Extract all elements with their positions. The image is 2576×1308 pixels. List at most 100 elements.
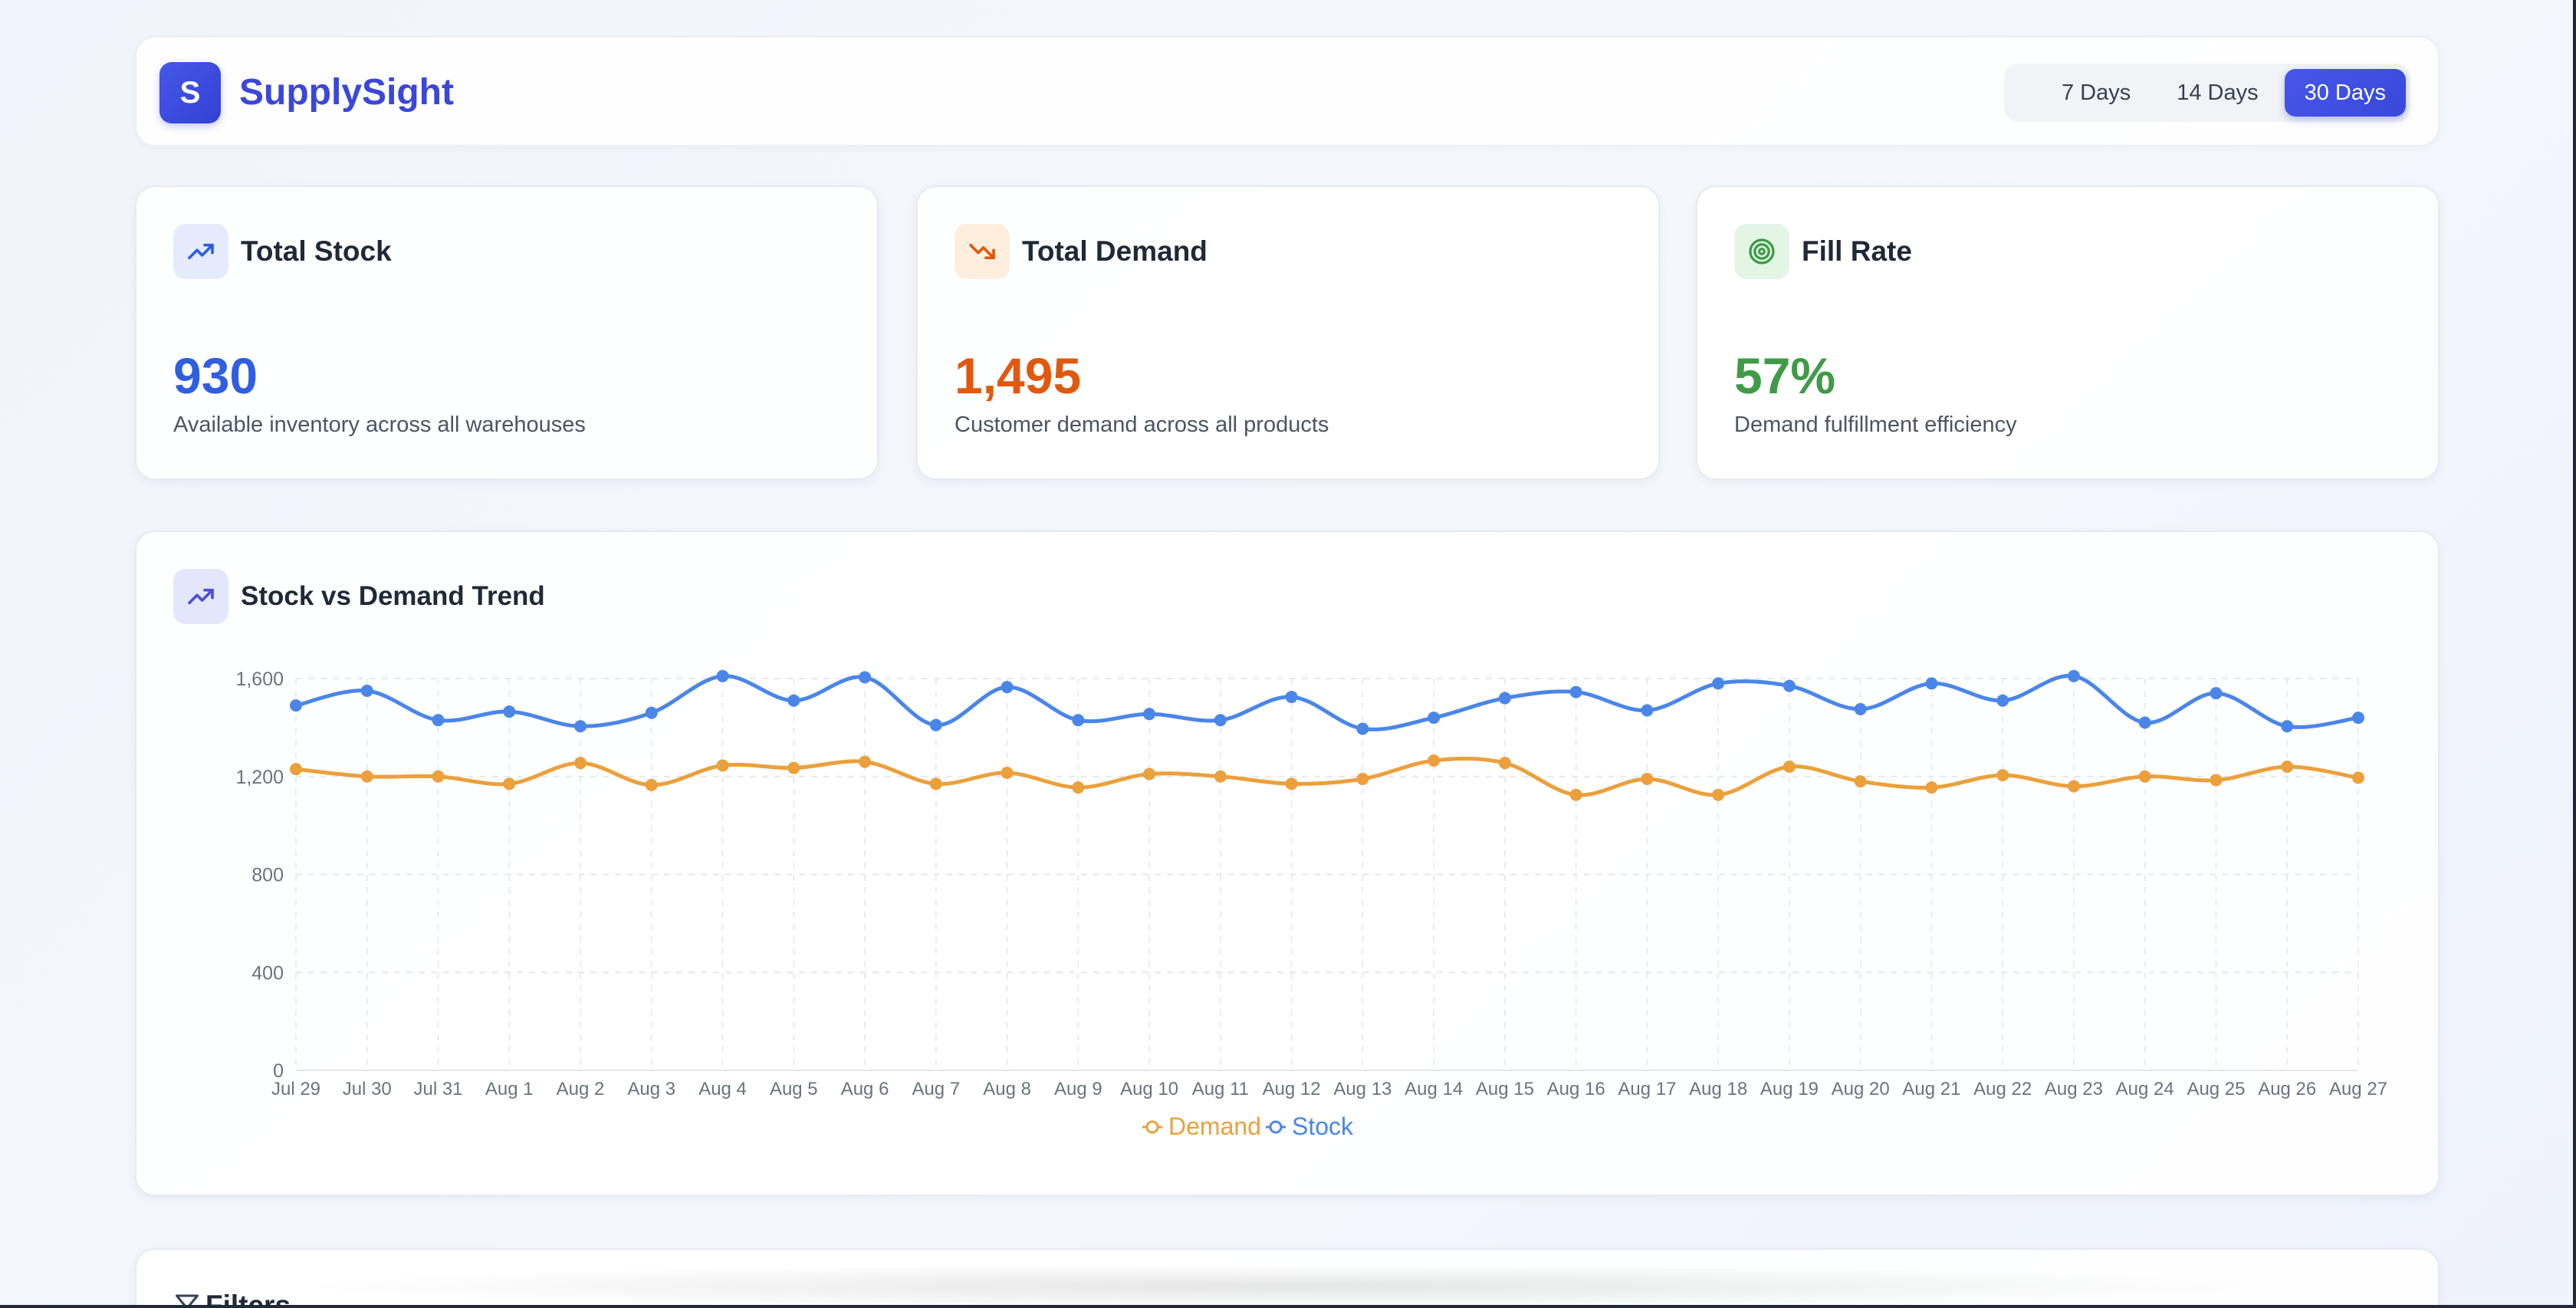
x-tick-label: Aug 9 <box>1054 1079 1102 1099</box>
demand-data-point <box>1925 781 1938 794</box>
x-tick-label: Jul 31 <box>413 1079 462 1099</box>
demand-data-point <box>2281 760 2294 773</box>
kpi-description: Available inventory across all warehouse… <box>173 412 586 437</box>
brand-name: SupplySight <box>239 72 454 113</box>
stock-data-point <box>1996 694 2009 707</box>
demand-data-point <box>859 755 872 768</box>
x-tick-label: Jul 29 <box>271 1079 320 1099</box>
stock-data-point <box>1285 690 1298 703</box>
demand-data-point <box>1214 770 1227 783</box>
filters-title: Filters <box>205 1290 291 1308</box>
x-tick-label: Aug 21 <box>1902 1079 1960 1099</box>
x-tick-label: Aug 4 <box>698 1079 747 1099</box>
y-tick-label: 1,200 <box>235 767 284 788</box>
demand-data-point <box>1072 781 1085 794</box>
trending-down-icon <box>969 243 995 260</box>
stock-data-point <box>432 714 445 727</box>
x-tick-label: Aug 11 <box>1192 1079 1249 1099</box>
stock-data-point <box>1143 708 1156 721</box>
kpi-card-fill-rate: Fill Rate 57% Demand fulfillment efficie… <box>1696 186 2440 480</box>
demand-data-point <box>1498 757 1511 770</box>
stock-data-point <box>2281 720 2294 733</box>
kpi-card-total-demand: Total Demand 1,495 Customer demand acros… <box>916 186 1660 480</box>
stock-data-point <box>929 718 942 731</box>
stock-data-point <box>290 699 302 712</box>
stock-data-point <box>859 671 872 684</box>
x-tick-label: Aug 12 <box>1263 1079 1321 1099</box>
kpi-description: Customer demand across all products <box>955 412 1329 437</box>
x-tick-label: Aug 27 <box>2329 1079 2387 1099</box>
demand-data-point <box>1143 767 1156 781</box>
kpi-icon-box <box>1734 224 1789 279</box>
x-tick-label: Aug 22 <box>1973 1079 2032 1099</box>
x-tick-label: Aug 23 <box>2045 1079 2103 1099</box>
stock-data-point <box>360 684 373 697</box>
stock-legend-label: Stock <box>1292 1112 1354 1140</box>
stock-data-point <box>2138 716 2151 729</box>
filters-card: Filters <box>135 1248 2440 1308</box>
x-tick-label: Aug 26 <box>2258 1079 2316 1099</box>
kpi-description: Demand fulfillment efficiency <box>1734 412 2017 437</box>
stock-series-line <box>295 673 2359 731</box>
stock-data-point <box>1214 714 1227 727</box>
filters-overlay-shadow <box>290 1264 2283 1305</box>
x-tick-label: Aug 7 <box>912 1079 960 1099</box>
demand-data-point <box>1285 777 1298 790</box>
demand-data-point <box>645 778 658 791</box>
demand-data-point <box>2138 770 2151 783</box>
demand-data-point <box>2067 780 2080 793</box>
kpi-icon-box <box>955 224 1010 279</box>
x-tick-label: Aug 16 <box>1547 1079 1605 1099</box>
demand-data-point <box>574 757 587 770</box>
kpi-title: Fill Rate <box>1802 235 1912 267</box>
x-tick-label: Aug 25 <box>2187 1079 2245 1099</box>
stock-data-point <box>1854 702 1867 715</box>
stock-data-point <box>2067 669 2080 682</box>
x-tick-label: Aug 6 <box>841 1079 889 1099</box>
target-icon <box>1749 238 1775 265</box>
demand-data-point <box>1569 788 1582 801</box>
demand-data-point <box>1783 760 1796 773</box>
demand-data-point <box>360 770 373 783</box>
stock-data-point <box>503 705 516 718</box>
kpi-card-total-stock: Total Stock 930 Available inventory acro… <box>135 186 879 480</box>
demand-data-point <box>787 761 800 774</box>
demand-data-point <box>1641 772 1654 785</box>
demand-data-point <box>1854 775 1867 788</box>
x-tick-label: Aug 18 <box>1689 1079 1747 1099</box>
stock-data-point <box>1001 681 1014 694</box>
demand-data-point <box>1996 769 2009 782</box>
trending-up-icon <box>188 243 214 260</box>
kpi-value: 57% <box>1734 347 1836 404</box>
stock-data-point <box>1925 677 1938 690</box>
x-tick-label: Aug 8 <box>983 1079 1031 1099</box>
stock-demand-line-chart: 04008001,2001,600Jul 29 Jul 30 Jul 31 Aug 1… <box>235 669 2387 1140</box>
x-tick-label: Aug 20 <box>1832 1079 1890 1099</box>
x-tick-label: Aug 24 <box>2116 1079 2174 1099</box>
range-30-days-button[interactable]: 30 Days <box>2284 69 2406 117</box>
demand-legend-label: Demand <box>1168 1112 1261 1140</box>
kpi-value: 1,495 <box>955 347 1082 404</box>
y-tick-label: 1,600 <box>235 669 284 690</box>
x-tick-label: Aug 13 <box>1333 1079 1392 1099</box>
range-14-days-button[interactable]: 14 Days <box>2157 69 2278 117</box>
y-tick-label: 800 <box>251 865 284 886</box>
stock-data-point <box>1783 679 1796 692</box>
demand-data-point <box>503 777 516 790</box>
logo-badge: S <box>159 62 221 123</box>
demand-data-point <box>1001 766 1014 779</box>
y-tick-label: 400 <box>251 962 284 984</box>
range-7-days-button[interactable]: 7 Days <box>2042 69 2150 117</box>
x-tick-label: Aug 2 <box>557 1079 605 1099</box>
stock-data-point <box>574 720 587 733</box>
kpi-icon-box <box>173 224 228 279</box>
stock-data-point <box>1712 677 1725 690</box>
x-tick-label: Aug 5 <box>770 1079 818 1099</box>
x-tick-label: Aug 17 <box>1618 1079 1676 1099</box>
x-tick-label: Aug 19 <box>1760 1079 1819 1099</box>
demand-data-point <box>432 770 445 783</box>
demand-data-point <box>929 777 942 790</box>
stock-data-point <box>716 669 729 682</box>
stock-data-point <box>1641 704 1654 717</box>
stock-data-point <box>2352 712 2364 725</box>
